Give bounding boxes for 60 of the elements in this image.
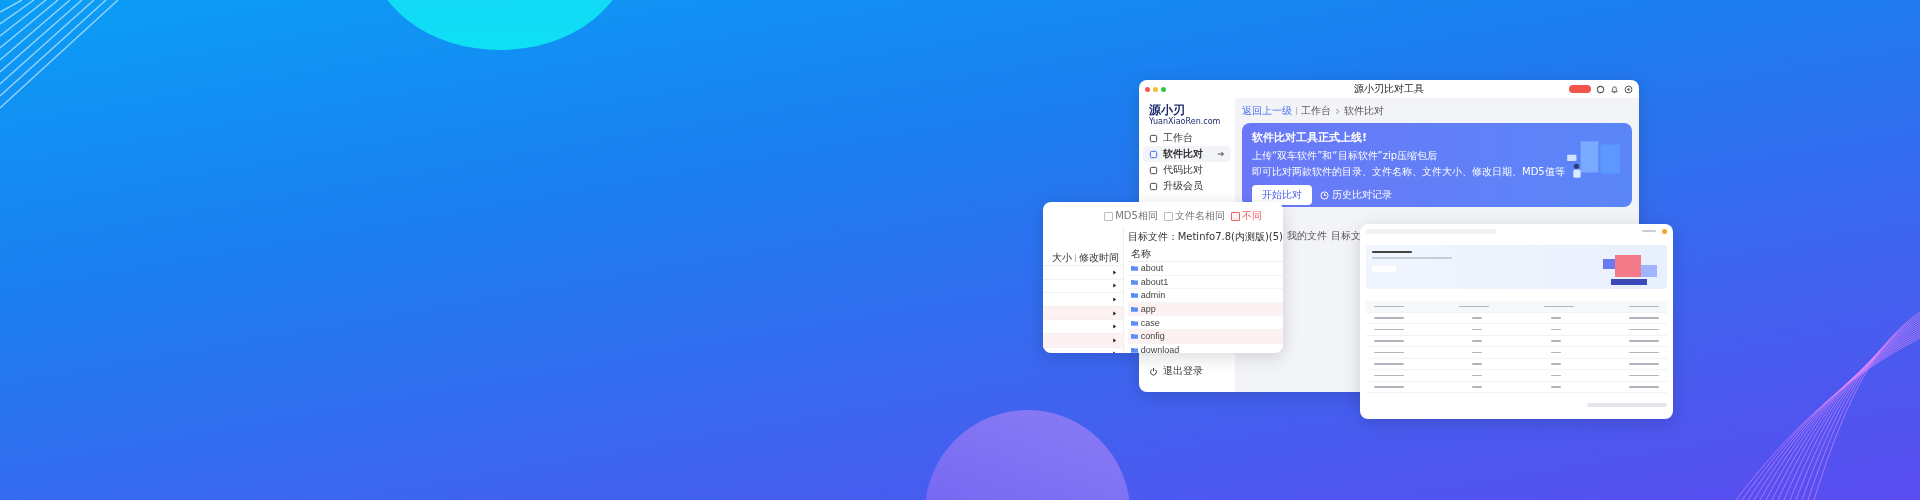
chevron-icon — [1335, 107, 1340, 115]
banner-description: 即可比对两款软件的目录、文件名称、文件大小、修改日期、MD5值等 — [1252, 165, 1565, 179]
history-link[interactable]: 历史比对记录 — [1332, 188, 1392, 202]
start-compare-button[interactable]: 开始比对 — [1252, 185, 1312, 205]
sidebar-item[interactable]: 升级会员 — [1143, 178, 1231, 194]
logo-text: 源小刃 — [1149, 103, 1186, 117]
filter-checkbox[interactable] — [1230, 211, 1240, 221]
sidebar-item[interactable]: 代码比对 — [1143, 162, 1231, 178]
square-icon — [1149, 165, 1158, 175]
logo-website: YuanXiaoRen.com — [1149, 117, 1222, 126]
filter-label: MD5相同 — [1115, 209, 1158, 223]
column-header: 大小 — [1051, 251, 1072, 265]
caret-icon[interactable] — [1111, 310, 1117, 316]
file-row[interactable]: case — [1127, 316, 1283, 330]
target-file-title: 目标文件：Metinfo7.8(内测版)(5) — [1127, 230, 1283, 244]
file-name: admin — [1140, 290, 1166, 301]
sidebar-item[interactable]: 软件比对 — [1143, 146, 1231, 162]
file-name: config — [1140, 331, 1165, 342]
caret-icon[interactable] — [1111, 283, 1117, 289]
file-name: case — [1140, 317, 1160, 328]
breadcrumb-link[interactable]: 工作台 — [1301, 104, 1331, 118]
filter-label: 不同 — [1241, 209, 1262, 223]
file-name: about — [1140, 263, 1164, 274]
caret-icon[interactable] — [1111, 324, 1117, 330]
back-link[interactable]: 返回上一级 — [1242, 104, 1292, 118]
filter-checkbox[interactable] — [1163, 211, 1173, 221]
file-name: download — [1140, 344, 1180, 353]
refresh-icon[interactable] — [1596, 84, 1605, 94]
caret-icon[interactable] — [1111, 337, 1117, 343]
window-title: 源小刃比对工具 — [1354, 82, 1424, 96]
sidebar-item[interactable]: 工作台 — [1143, 130, 1231, 146]
filter-label: 文件名相同 — [1174, 209, 1225, 223]
square-icon — [1149, 181, 1158, 191]
clock-icon — [1320, 190, 1329, 200]
file-tab[interactable]: 我的文件 — [1287, 229, 1327, 243]
square-icon — [1149, 149, 1158, 159]
breadcrumb-current: 软件比对 — [1344, 104, 1384, 118]
file-tab[interactable]: 目标文 — [1331, 229, 1361, 243]
caret-icon[interactable] — [1111, 269, 1117, 275]
file-row[interactable]: download — [1127, 343, 1283, 353]
file-row[interactable]: about — [1127, 262, 1283, 276]
power-icon — [1149, 366, 1158, 376]
file-name: app — [1140, 304, 1156, 315]
banner-title: 软件比对工具正式上线! — [1252, 130, 1369, 145]
avatar-icon[interactable] — [1662, 228, 1667, 234]
caret-icon[interactable] — [1111, 297, 1117, 302]
file-name: about1 — [1140, 276, 1169, 287]
column-header: 修改时间 — [1078, 251, 1119, 265]
promo-badge[interactable] — [1569, 85, 1591, 93]
logout-item[interactable]: 退出登录 — [1143, 363, 1231, 379]
window-controls-icon[interactable] — [1145, 86, 1166, 92]
file-row[interactable]: about1 — [1127, 275, 1283, 290]
banner-description: 上传“双车软件”和“目标软件”zip压缩包后 — [1252, 149, 1439, 163]
file-row[interactable]: admin — [1127, 289, 1283, 303]
bell-icon[interactable] — [1610, 84, 1619, 94]
square-icon — [1149, 133, 1158, 143]
column-header: 名称 — [1127, 247, 1283, 262]
filter-checkbox[interactable] — [1104, 211, 1114, 221]
arrow-icon — [1217, 150, 1225, 158]
settings-icon[interactable] — [1624, 84, 1633, 94]
